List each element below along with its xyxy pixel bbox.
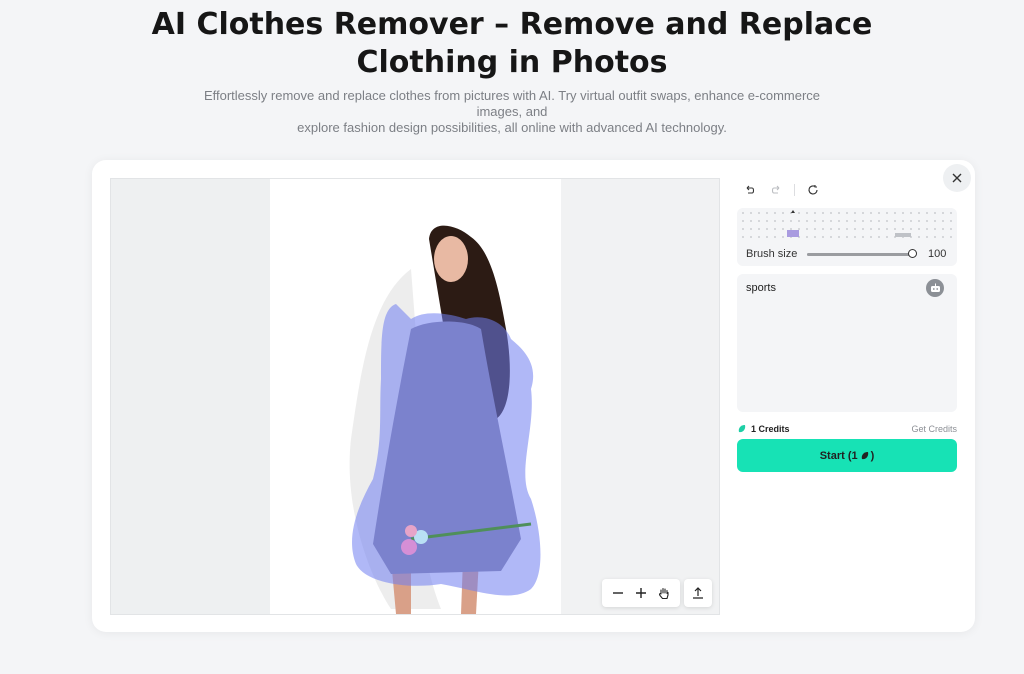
prompt-text: sports	[746, 282, 776, 294]
get-credits-link[interactable]: Get Credits	[911, 424, 957, 434]
brush-size-slider[interactable]	[807, 253, 915, 256]
photo-woman-in-coat	[349, 225, 541, 614]
page-title-line-1: AI Clothes Remover – Remove and Replace	[151, 7, 873, 42]
brush-size-thumb[interactable]	[908, 249, 917, 258]
hand-icon	[659, 587, 669, 600]
reset-button[interactable]	[803, 180, 823, 200]
page-subtitle-line-2: explore fashion design possibilities, al…	[297, 120, 727, 135]
page-title: AI Clothes Remover – Remove and Replace …	[0, 6, 1024, 82]
credits-row: 1 Credits Get Credits	[737, 423, 957, 435]
zoom-out-button[interactable]	[608, 583, 628, 603]
credits-label: 1 Credits	[751, 424, 790, 434]
start-button-suffix: )	[870, 449, 875, 462]
zoom-in-icon	[635, 588, 646, 598]
zoom-toolbar	[602, 579, 680, 607]
start-button[interactable]: Start (1 )	[737, 439, 957, 472]
undo-icon	[746, 185, 755, 194]
zoom-out-icon	[612, 592, 623, 594]
brush-size-value: 100	[928, 248, 947, 260]
image-canvas[interactable]	[110, 178, 720, 615]
upload-icon	[693, 587, 703, 599]
page-title-line-2: Clothing in Photos	[356, 45, 668, 80]
brush-size-fill	[807, 253, 915, 256]
page-subtitle: Effortlessly remove and replace clothes …	[180, 88, 844, 136]
credit-icon	[861, 451, 868, 459]
brush-dot-grid	[737, 208, 957, 238]
redo-button[interactable]	[766, 180, 786, 200]
history-toolbar	[740, 181, 823, 199]
brush-shape-line[interactable]	[895, 233, 911, 237]
undo-button[interactable]	[740, 180, 760, 200]
close-button[interactable]	[943, 164, 971, 192]
credit-icon	[738, 425, 746, 433]
redo-icon	[771, 185, 780, 194]
hand-pan-button[interactable]	[654, 583, 674, 603]
brush-shape-square[interactable]	[787, 230, 799, 237]
brush-pointer-icon	[791, 210, 795, 213]
upload-button[interactable]	[684, 579, 712, 607]
prompt-assistant-button[interactable]	[926, 279, 944, 297]
credits-balance: 1 Credits	[737, 424, 790, 434]
close-icon	[952, 173, 962, 183]
brush-size-label: Brush size	[746, 248, 798, 260]
robot-icon	[930, 283, 940, 292]
start-button-label: Start (1	[819, 449, 858, 462]
reset-icon	[808, 185, 818, 195]
toolbar-divider	[794, 184, 795, 196]
page-subtitle-line-1: Effortlessly remove and replace clothes …	[203, 88, 821, 119]
zoom-in-button[interactable]	[631, 583, 651, 603]
prompt-input[interactable]: sports	[737, 274, 957, 412]
